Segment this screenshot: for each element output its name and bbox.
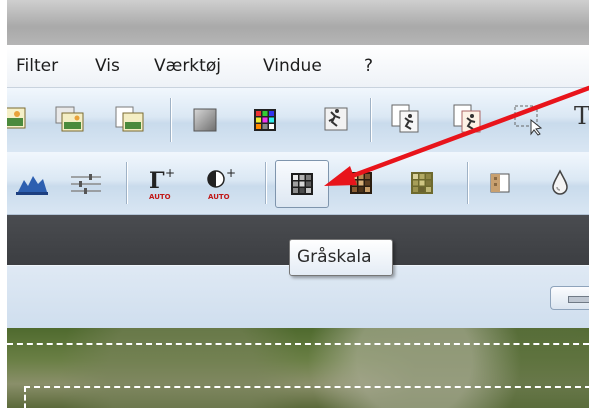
app-window-crop: Filter Vis Værktøj Vindue ? T Γ + AUTO +… [0,0,589,408]
annotation-arrow [324,85,589,186]
